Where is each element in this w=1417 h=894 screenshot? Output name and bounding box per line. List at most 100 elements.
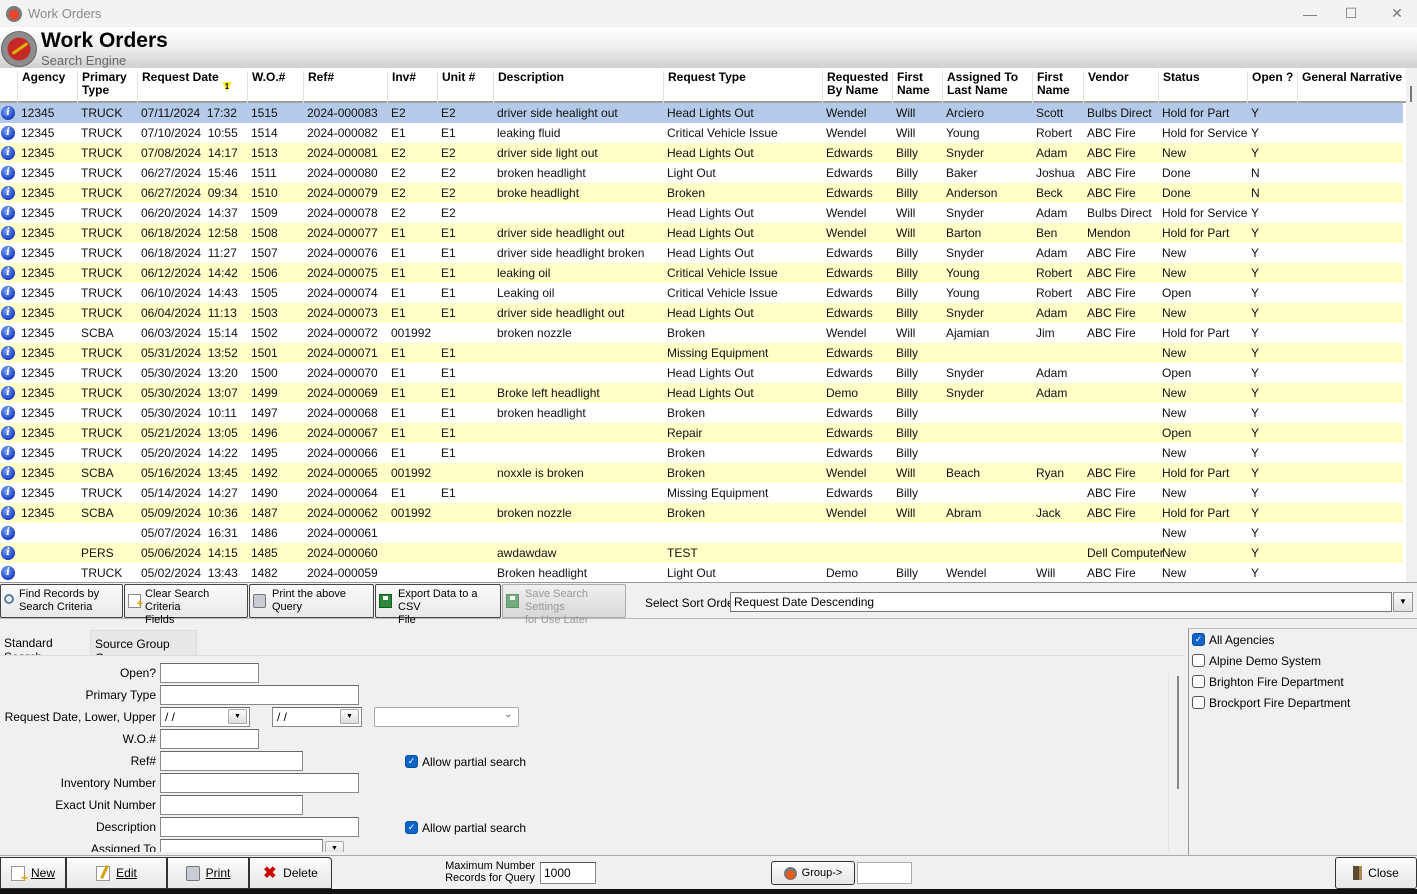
- column-header-request-date[interactable]: Request Date: [137, 71, 219, 103]
- inventory-input[interactable]: [160, 773, 359, 793]
- date-range-select[interactable]: [374, 707, 519, 727]
- table-row[interactable]: i 12345 TRUCK 05/14/2024 14:27 1490 2024-0000…: [0, 483, 1403, 503]
- info-icon[interactable]: i: [1, 446, 15, 460]
- column-header-status[interactable]: Status: [1158, 71, 1200, 103]
- info-icon[interactable]: i: [1, 306, 15, 320]
- column-header-open[interactable]: Open ?: [1247, 71, 1293, 103]
- column-header-requested-by[interactable]: Requested By Name: [822, 71, 888, 103]
- table-row[interactable]: i 12345 TRUCK 07/10/2024 10:55 1514 2024-0000…: [0, 123, 1403, 143]
- ref-input[interactable]: [160, 751, 303, 771]
- info-icon[interactable]: i: [1, 386, 15, 400]
- description-partial-search-checkbox[interactable]: ✓: [405, 821, 418, 834]
- agency-checkbox-all[interactable]: ✓: [1192, 633, 1205, 646]
- table-row[interactable]: i 12345 TRUCK 06/10/2024 14:43 1505 2024-0000…: [0, 283, 1403, 303]
- info-icon[interactable]: i: [1, 166, 15, 180]
- ref-partial-search-checkbox[interactable]: ✓: [405, 755, 418, 768]
- date-upper-dropdown-icon[interactable]: ▼: [340, 709, 359, 724]
- column-header-req-first[interactable]: First Name: [892, 71, 930, 103]
- form-vertical-scrollbar[interactable]: [1168, 674, 1184, 852]
- table-row[interactable]: i 12345 TRUCK 07/11/2024 17:32 1515 2024-0000…: [0, 103, 1403, 123]
- unit-input[interactable]: [160, 795, 303, 815]
- find-records-button[interactable]: Find Records by Search Criteria: [0, 584, 123, 618]
- wo-input[interactable]: [160, 729, 259, 749]
- info-icon[interactable]: i: [1, 486, 15, 500]
- maximize-button[interactable]: ☐: [1328, 0, 1374, 27]
- table-row[interactable]: i 12345 TRUCK 06/27/2024 15:46 1511 2024-0000…: [0, 163, 1403, 183]
- info-icon[interactable]: i: [1, 466, 15, 480]
- info-icon[interactable]: i: [1, 566, 15, 580]
- max-records-input[interactable]: 1000: [540, 862, 596, 884]
- open-input[interactable]: [160, 663, 259, 683]
- print-button[interactable]: Print: [167, 857, 249, 889]
- column-header-agency[interactable]: Agency: [17, 71, 65, 103]
- table-row[interactable]: i 12345 TRUCK 06/27/2024 09:34 1510 2024-0000…: [0, 183, 1403, 203]
- table-row[interactable]: i 12345 TRUCK 05/30/2024 13:07 1499 2024-0000…: [0, 383, 1403, 403]
- info-icon[interactable]: i: [1, 326, 15, 340]
- column-header-wo[interactable]: W.O.#: [247, 71, 285, 103]
- column-header-narrative[interactable]: General Narrative: [1297, 71, 1402, 103]
- table-row[interactable]: i 12345 SCBA 06/03/2024 15:14 1502 2024-00007…: [0, 323, 1403, 343]
- table-row[interactable]: i 12345 TRUCK 05/21/2024 13:05 1496 2024-0000…: [0, 423, 1403, 443]
- info-icon[interactable]: i: [1, 526, 15, 540]
- table-row[interactable]: i TRUCK 05/02/2024 13:43 1482 2024-000059 Bro…: [0, 563, 1403, 582]
- grid-vertical-scrollbar[interactable]: [1406, 68, 1417, 582]
- column-header-assigned-last[interactable]: Assigned To Last Name: [942, 71, 1018, 103]
- scrollbar-thumb[interactable]: [1410, 86, 1412, 102]
- table-row[interactable]: i 12345 TRUCK 06/18/2024 12:58 1508 2024-0000…: [0, 223, 1403, 243]
- edit-button[interactable]: Edit: [66, 857, 167, 889]
- clear-criteria-button[interactable]: Clear Search Criteria Fields: [124, 584, 248, 626]
- info-icon[interactable]: i: [1, 246, 15, 260]
- table-row[interactable]: i PERS 05/06/2024 14:15 1485 2024-000060 awda…: [0, 543, 1403, 563]
- date-lower-dropdown-icon[interactable]: ▼: [228, 709, 247, 724]
- info-icon[interactable]: i: [1, 206, 15, 220]
- scrollbar-thumb[interactable]: [1177, 676, 1179, 789]
- agency-checkbox-brighton[interactable]: [1192, 675, 1205, 688]
- sort-order-dropdown-button[interactable]: ▼: [1393, 592, 1413, 612]
- agency-checkbox-alpine[interactable]: [1192, 654, 1205, 667]
- table-row[interactable]: i 12345 TRUCK 06/18/2024 11:27 1507 2024-0000…: [0, 243, 1403, 263]
- minimize-button[interactable]: —: [1287, 0, 1333, 27]
- close-window-button[interactable]: ✕: [1374, 0, 1417, 27]
- table-row[interactable]: i 12345 TRUCK 06/20/2024 14:37 1509 2024-0000…: [0, 203, 1403, 223]
- save-search-settings-button[interactable]: Save Search Settings for Use Later: [502, 584, 626, 626]
- assigned-to-input[interactable]: [160, 839, 323, 852]
- info-icon[interactable]: i: [1, 186, 15, 200]
- info-icon[interactable]: i: [1, 266, 15, 280]
- column-header-description[interactable]: Description: [493, 71, 564, 103]
- info-icon[interactable]: i: [1, 426, 15, 440]
- assigned-to-dropdown-icon[interactable]: ▼: [325, 841, 344, 852]
- table-row[interactable]: i 12345 TRUCK 06/04/2024 11:13 1503 2024-0000…: [0, 303, 1403, 323]
- info-icon[interactable]: i: [1, 546, 15, 560]
- agency-checkbox-brockport[interactable]: [1192, 696, 1205, 709]
- close-button[interactable]: Close: [1335, 857, 1417, 889]
- info-icon[interactable]: i: [1, 506, 15, 520]
- table-row[interactable]: i 12345 TRUCK 05/31/2024 13:52 1501 2024-0000…: [0, 343, 1403, 363]
- table-row[interactable]: i 12345 TRUCK 06/12/2024 14:42 1506 2024-0000…: [0, 263, 1403, 283]
- column-header-request-type[interactable]: Request Type: [663, 71, 746, 103]
- column-header-assigned-first[interactable]: First Name: [1032, 71, 1070, 103]
- table-row[interactable]: i 12345 TRUCK 07/08/2024 14:17 1513 2024-0000…: [0, 143, 1403, 163]
- tab-source-group-query[interactable]: Source Group Query: [90, 630, 197, 665]
- sort-order-select[interactable]: Request Date Descending: [730, 592, 1392, 612]
- info-icon[interactable]: i: [1, 286, 15, 300]
- export-csv-button[interactable]: Export Data to a CSV File: [375, 584, 501, 626]
- print-query-button[interactable]: Print the above Query: [249, 584, 374, 618]
- column-header-inv[interactable]: Inv#: [387, 71, 416, 103]
- group-input[interactable]: [857, 862, 912, 884]
- tab-standard-search[interactable]: Standard Search: [0, 630, 89, 664]
- info-icon[interactable]: i: [1, 106, 15, 120]
- column-header-vendor[interactable]: Vendor: [1083, 71, 1129, 103]
- info-icon[interactable]: i: [1, 146, 15, 160]
- column-header-primary-type[interactable]: Primary Type: [77, 71, 127, 103]
- info-icon[interactable]: i: [1, 366, 15, 380]
- info-icon[interactable]: i: [1, 406, 15, 420]
- info-icon[interactable]: i: [1, 226, 15, 240]
- info-icon[interactable]: i: [1, 346, 15, 360]
- table-row[interactable]: i 12345 SCBA 05/16/2024 13:45 1492 2024-00006…: [0, 463, 1403, 483]
- description-input[interactable]: [160, 817, 359, 837]
- table-row[interactable]: i 12345 TRUCK 05/20/2024 14:22 1495 2024-0000…: [0, 443, 1403, 463]
- table-row[interactable]: i 12345 TRUCK 05/30/2024 13:20 1500 2024-0000…: [0, 363, 1403, 383]
- primary-type-input[interactable]: [160, 685, 359, 705]
- table-row[interactable]: i 12345 SCBA 05/09/2024 10:36 1487 2024-00006…: [0, 503, 1403, 523]
- new-button[interactable]: New: [0, 857, 66, 889]
